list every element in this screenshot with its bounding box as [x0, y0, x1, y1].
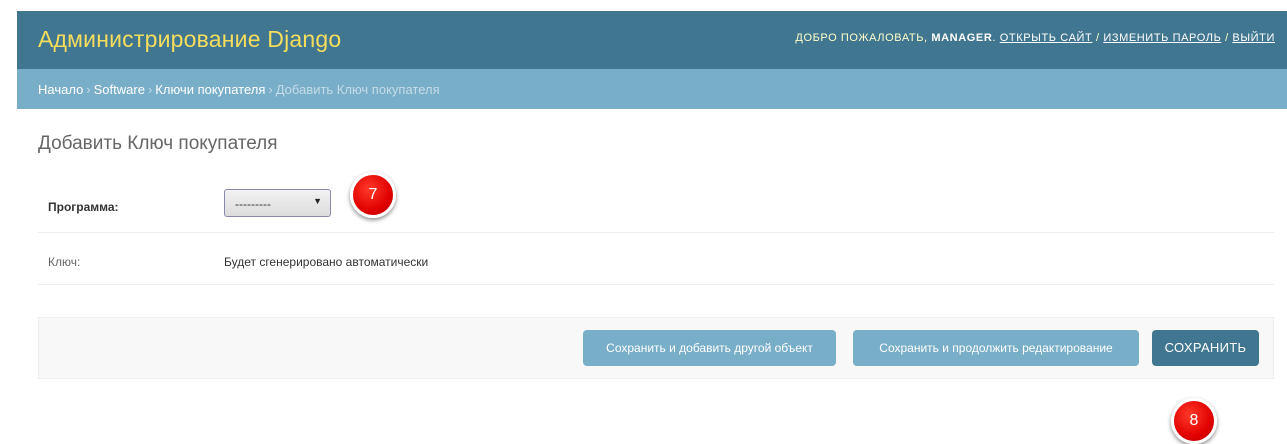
- step-badge-8: 8: [1171, 398, 1217, 444]
- form-row-key: Ключ: Будет сгенерировано автоматически: [38, 233, 1274, 285]
- breadcrumb: Начало › Software › Ключи покупателя › Добавит…: [17, 69, 1287, 109]
- form-row-program: Программа: --------- ▼: [38, 172, 1274, 233]
- user-tools-separator: /: [1096, 32, 1100, 44]
- logout-link[interactable]: Выйти: [1232, 32, 1275, 44]
- program-select-value: ---------: [235, 197, 271, 211]
- save-button[interactable]: СОХРАНИТЬ: [1152, 330, 1259, 366]
- header: Администрирование Django Добро пожаловат…: [17, 11, 1287, 69]
- breadcrumb-separator: ›: [147, 82, 153, 97]
- chevron-down-icon: ▼: [313, 196, 322, 206]
- save-and-continue-button[interactable]: Сохранить и продолжить редактирование: [853, 330, 1139, 366]
- program-select[interactable]: --------- ▼: [224, 189, 331, 217]
- view-site-link[interactable]: Открыть сайт: [1000, 32, 1093, 44]
- username: MANAGER: [931, 32, 993, 44]
- user-tools-separator: /: [1225, 32, 1229, 44]
- breadcrumb-app[interactable]: Software: [94, 82, 145, 97]
- change-password-link[interactable]: Изменить пароль: [1103, 32, 1221, 44]
- site-branding[interactable]: Администрирование Django: [38, 26, 341, 53]
- breadcrumb-model[interactable]: Ключи покупателя: [155, 82, 265, 97]
- key-label: Ключ:: [48, 255, 81, 269]
- welcome-text: Добро пожаловать,: [795, 32, 928, 44]
- step-badge-7: 7: [350, 172, 396, 218]
- breadcrumb-separator: ›: [86, 82, 91, 97]
- user-tools: Добро пожаловать, MANAGER. Открыть сайт …: [795, 32, 1275, 44]
- breadcrumb-home[interactable]: Начало: [38, 82, 83, 97]
- program-label: Программа:: [48, 200, 119, 214]
- page-title: Добавить Ключ покупателя: [38, 133, 278, 154]
- breadcrumb-separator: ›: [268, 82, 273, 97]
- breadcrumb-current: Добавить Ключ покупателя: [275, 82, 440, 97]
- save-and-add-another-button[interactable]: Сохранить и добавить другой объект: [583, 330, 836, 366]
- key-readonly-value: Будет сгенерировано автоматически: [224, 255, 429, 269]
- submit-row: Сохранить и добавить другой объект Сохра…: [38, 317, 1274, 379]
